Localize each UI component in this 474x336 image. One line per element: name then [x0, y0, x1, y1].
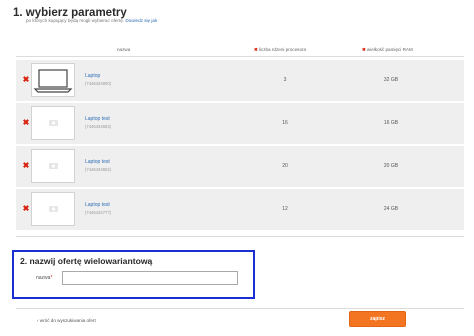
product-name-link[interactable]: Laptop test	[85, 159, 110, 165]
image-placeholder-icon	[31, 192, 75, 226]
required-mark: *	[50, 275, 53, 281]
product-name-link[interactable]: Laptop test	[85, 116, 110, 122]
remove-row-icon[interactable]: ✖	[22, 161, 30, 170]
remove-param-cores-icon[interactable]: ✖	[254, 47, 258, 52]
laptop-icon	[31, 63, 75, 97]
offer-name-input[interactable]	[62, 271, 238, 285]
product-name-link[interactable]: Laptop test	[85, 202, 110, 208]
remove-row-icon[interactable]: ✖	[22, 75, 30, 84]
remove-row-icon[interactable]: ✖	[22, 118, 30, 127]
back-to-search-link[interactable]: ‹ wróć do wyszukiwania ofert	[37, 318, 96, 323]
column-header-name: nazwa	[117, 47, 131, 52]
save-button[interactable]: zapisz	[349, 311, 406, 327]
cores-value: 3	[283, 77, 287, 83]
cores-value: 16	[282, 120, 288, 126]
image-placeholder-icon	[31, 106, 75, 140]
section-1-subtitle: po których kupujący będą mogli wybierać …	[26, 18, 157, 23]
product-id: (7446434602)	[85, 167, 112, 172]
offer-name-label-text: nazwa	[36, 275, 51, 281]
product-id: (7446434603)	[85, 124, 112, 129]
column-header-cores-label: liczba rdzeni procesora	[258, 47, 307, 52]
product-id: (7446434900)	[85, 81, 112, 86]
ram-value: 20 GB	[383, 163, 399, 169]
product-id: (7446434777)	[85, 210, 112, 215]
subtitle-text: po których kupujący będą mogli wybierać …	[26, 18, 125, 23]
offer-name-section: 2. nazwij ofertę wielowariantową nazwa*	[12, 250, 255, 299]
table-bottom-divider	[16, 236, 464, 237]
column-header-cores: ✖liczba rdzeni procesora	[254, 47, 306, 53]
learn-more-link[interactable]: Dowiedz się jak	[125, 18, 157, 23]
cores-value: 20	[282, 163, 288, 169]
header-divider	[16, 56, 464, 57]
footer-divider	[16, 308, 464, 309]
product-name-link[interactable]: Laptop	[85, 73, 100, 79]
ram-value: 32 GB	[383, 77, 399, 83]
ram-value: 16 GB	[383, 120, 399, 126]
image-placeholder-icon	[31, 149, 75, 183]
offer-name-label: nazwa*	[36, 275, 52, 281]
column-header-ram: ✖wielkość pamięci RAM	[362, 47, 413, 53]
remove-param-ram-icon[interactable]: ✖	[362, 47, 366, 52]
column-header-ram-label: wielkość pamięci RAM	[366, 47, 413, 52]
ram-value: 24 GB	[383, 206, 399, 212]
cores-value: 12	[282, 206, 288, 212]
remove-row-icon[interactable]: ✖	[22, 204, 30, 213]
section-2-title: 2. nazwij ofertę wielowariantową	[20, 256, 153, 266]
